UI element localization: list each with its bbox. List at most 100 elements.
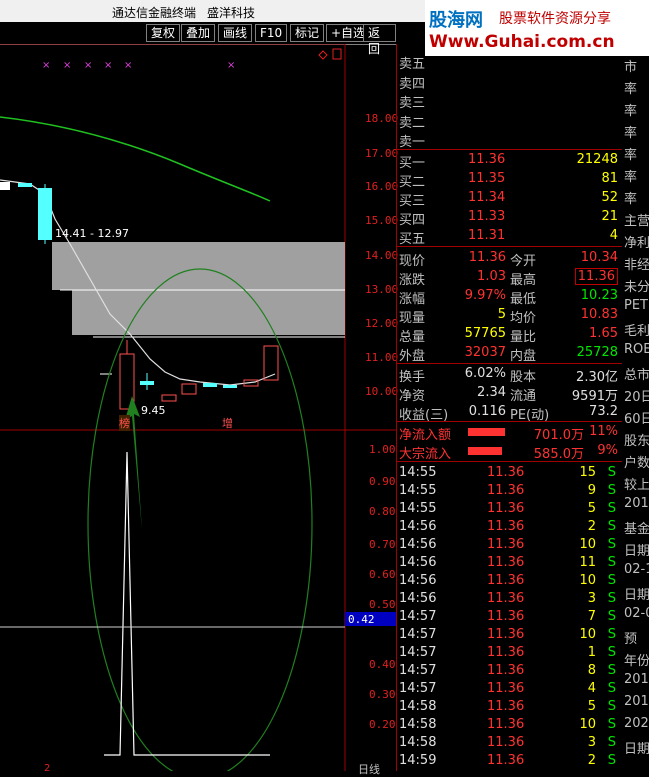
- indicator-tick: 0.70: [369, 538, 396, 551]
- side-info-item: 主营: [624, 214, 649, 229]
- tick-row[interactable]: 14:57 11.36 1 S: [396, 644, 622, 662]
- mark-bang: 榜: [119, 415, 130, 431]
- tick-price: 11.36: [487, 717, 525, 732]
- gray-zone-upper: [52, 242, 345, 290]
- tick-time: 14:55: [399, 465, 437, 480]
- flow-bar: [468, 428, 505, 436]
- chart-toolbar: 复权 叠加 画线 F10 标记 +自选 返回: [0, 22, 396, 56]
- kline-svg: × × × × × ×: [0, 44, 396, 771]
- stat-row: 涨跌 1.03 最高 11.36: [396, 268, 622, 288]
- side-info-item: 日期: [624, 588, 649, 603]
- tick-row[interactable]: 14:58 11.36 10 S: [396, 716, 622, 734]
- tick-row[interactable]: 14:59 11.36 2 S: [396, 752, 622, 770]
- bid-row[interactable]: 买三 11.34 52: [396, 189, 622, 209]
- tick-time: 14:58: [399, 735, 437, 750]
- signal-marker: ×: [84, 60, 92, 71]
- tick-side: S: [607, 735, 616, 750]
- app-title: 通达信金融终端: [112, 6, 197, 20]
- tick-volume: 7: [587, 609, 596, 624]
- price-tick: 15.00: [365, 214, 399, 227]
- tick-row[interactable]: 14:56 11.36 11 S: [396, 554, 622, 572]
- tick-row[interactable]: 14:57 11.36 7 S: [396, 608, 622, 626]
- tick-price: 11.36: [487, 537, 525, 552]
- side-info-item: 率: [624, 82, 638, 97]
- flow-row: 大宗流入 585.0万 9%: [399, 443, 618, 462]
- tick-price: 11.36: [487, 699, 525, 714]
- tick-row[interactable]: 14:55 11.36 5 S: [396, 500, 622, 518]
- tick-row[interactable]: 14:58 11.36 3 S: [396, 734, 622, 752]
- side-info-item: 60日: [624, 412, 649, 427]
- side-info-item: 率: [624, 192, 638, 207]
- ask-row[interactable]: 卖四: [396, 72, 622, 92]
- tick-row[interactable]: 14:56 11.36 3 S: [396, 590, 622, 608]
- candle: [263, 345, 279, 381]
- tick-time: 14:55: [399, 501, 437, 516]
- candle: [161, 394, 177, 402]
- tick-row[interactable]: 14:57 11.36 4 S: [396, 680, 622, 698]
- tick-row[interactable]: 14:55 11.36 15 S: [396, 464, 622, 482]
- logo-slogan: 股票软件资源分享: [499, 11, 611, 27]
- side-info-item: 总市: [624, 368, 649, 383]
- side-info-item: 市: [624, 60, 638, 75]
- tick-row[interactable]: 14:56 11.36 2 S: [396, 518, 622, 536]
- tick-side: S: [607, 465, 616, 480]
- draw-line-button[interactable]: 画线: [218, 24, 253, 42]
- indicator-tick: 1.00: [369, 443, 396, 456]
- overlay-button[interactable]: 叠加: [181, 24, 216, 42]
- stat-row: 涨幅 9.97% 最低 10.23: [399, 288, 618, 307]
- ask-row[interactable]: 卖五: [396, 52, 622, 72]
- tick-time: 14:57: [399, 627, 437, 642]
- kline-chart[interactable]: × × × × × × 18.00 17.00 16.00 15.00 14.0…: [0, 44, 399, 776]
- tick-row[interactable]: 14:58 11.36 5 S: [396, 698, 622, 716]
- tick-volume: 15: [579, 465, 596, 480]
- ask-row[interactable]: 卖二: [396, 111, 622, 131]
- adjust-button[interactable]: 复权: [146, 24, 181, 42]
- signal-marker: ×: [42, 60, 50, 71]
- stat-row: 现价 11.36 今开 10.34: [399, 250, 618, 269]
- f10-button[interactable]: F10: [255, 24, 288, 42]
- ask-row[interactable]: 卖一: [396, 130, 622, 150]
- bottom-left-label: 2: [44, 763, 51, 774]
- box-icon: [332, 48, 342, 60]
- bid-row[interactable]: 买一 11.36 21248: [396, 151, 622, 171]
- tick-price: 11.36: [487, 591, 525, 606]
- tick-row[interactable]: 14:57 11.36 8 S: [396, 662, 622, 680]
- bid-row[interactable]: 买四 11.33 21: [396, 208, 622, 228]
- tick-side: S: [607, 537, 616, 552]
- tick-row[interactable]: 14:56 11.36 10 S: [396, 572, 622, 590]
- stat-row: 总量 57765 量比 1.65: [399, 326, 618, 345]
- price-tick: 17.00: [365, 147, 399, 160]
- tick-time: 14:56: [399, 537, 437, 552]
- candle: [0, 182, 10, 190]
- tick-time: 14:56: [399, 555, 437, 570]
- tick-time: 14:57: [399, 663, 437, 678]
- side-info-item: 基金: [624, 522, 649, 537]
- bid-row[interactable]: 买五 11.31 4: [396, 227, 622, 247]
- tick-price: 11.36: [487, 681, 525, 696]
- vendor-title: 盛洋科技: [207, 6, 256, 20]
- tick-volume: 10: [579, 627, 596, 642]
- tick-row[interactable]: 14:57 11.36 10 S: [396, 626, 622, 644]
- tick-row[interactable]: 14:56 11.36 10 S: [396, 536, 622, 554]
- back-button[interactable]: 返回: [363, 24, 396, 56]
- tick-price: 11.36: [487, 753, 525, 768]
- side-info-item: 201: [624, 694, 649, 709]
- price-tick: 18.00: [365, 112, 399, 125]
- side-info-item: 日期: [624, 544, 649, 559]
- side-info-item: PET: [624, 298, 648, 313]
- candle: [18, 183, 32, 187]
- ask-row[interactable]: 卖三: [396, 91, 622, 111]
- side-info-item: ROE: [624, 342, 649, 357]
- tick-side: S: [607, 717, 616, 732]
- price-tick: 14.00: [365, 249, 399, 262]
- logo-name: 股海网: [429, 10, 483, 31]
- quote-panel: 卖五 卖四 卖三 卖二 卖一 买一 11.36 21248 买二 11.35 8…: [396, 44, 622, 771]
- side-info-item: 非经: [624, 258, 649, 273]
- bid-row[interactable]: 买二 11.35 81: [396, 170, 622, 190]
- side-info-item: 201: [624, 672, 649, 687]
- tick-row[interactable]: 14:55 11.36 9 S: [396, 482, 622, 500]
- mark-button[interactable]: 标记: [290, 24, 325, 42]
- period-label[interactable]: 日线: [358, 761, 380, 777]
- tick-volume: 10: [579, 537, 596, 552]
- tick-side: S: [607, 681, 616, 696]
